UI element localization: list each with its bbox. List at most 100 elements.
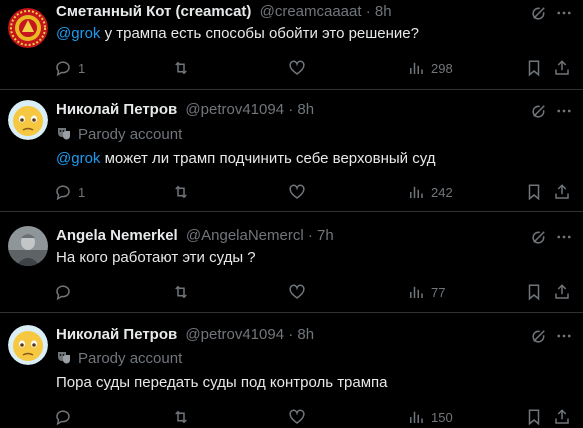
more-icon[interactable]	[555, 4, 573, 22]
parody-text: Parody account	[78, 126, 183, 143]
tweet-body: На кого работают эти суды ?	[56, 249, 256, 266]
timestamp[interactable]: 8h	[375, 3, 392, 20]
share-icon	[555, 60, 569, 75]
retweet-icon	[175, 185, 187, 199]
retweet-button[interactable]	[172, 282, 190, 302]
like-button[interactable]	[288, 282, 306, 302]
views-icon	[410, 62, 423, 74]
more-icon[interactable]	[555, 228, 573, 246]
bookmark-icon	[528, 60, 540, 77]
author-name[interactable]: Николай Петров	[56, 101, 177, 118]
theater-mask-icon	[58, 352, 70, 364]
retweet-button[interactable]	[172, 182, 190, 202]
action-bar: 1 298	[0, 58, 583, 78]
bookmark-icon	[528, 284, 540, 301]
separator: ·	[288, 101, 294, 118]
author-handle[interactable]: @creamcaaaat	[260, 3, 362, 20]
reply-button[interactable]	[54, 407, 72, 427]
bookmark-icon	[528, 409, 540, 426]
grok-icon[interactable]	[530, 327, 548, 345]
tweet-header: Николай Петров @petrov41094 · 8h	[56, 325, 523, 345]
reply-button[interactable]	[54, 282, 72, 302]
author-name[interactable]: Сметанный Кот (creamcat)	[56, 3, 251, 20]
reply-count: 1	[78, 184, 86, 200]
bookmark-button[interactable]	[525, 282, 543, 302]
retweet-icon	[175, 285, 187, 299]
like-button[interactable]	[288, 182, 306, 202]
tweet[interactable]: Сметанный Кот (creamcat) @creamcaaaat · …	[0, 0, 583, 90]
action-bar: 1 242	[0, 182, 583, 202]
more-icon[interactable]	[555, 102, 573, 120]
tweet-text: На кого работают эти суды ?	[56, 248, 256, 268]
bookmark-button[interactable]	[525, 407, 543, 427]
share-button[interactable]	[553, 282, 571, 302]
theater-mask-icon	[58, 128, 70, 140]
avatar[interactable]	[8, 325, 48, 365]
grok-icon[interactable]	[530, 4, 548, 22]
reply-icon	[56, 61, 70, 77]
timestamp[interactable]: 7h	[317, 227, 334, 244]
tweet-body: Пора суды передать суды под контроль тра…	[56, 374, 388, 391]
tweet-body: может ли трамп подчинить себе верховный …	[100, 150, 436, 167]
timestamp[interactable]: 8h	[297, 101, 314, 118]
avatar[interactable]	[8, 100, 48, 140]
reply-icon	[56, 185, 70, 201]
views-button[interactable]: 242	[407, 182, 453, 202]
tweet-text: @grok может ли трамп подчинить себе верх…	[56, 149, 435, 169]
retweet-button[interactable]	[172, 58, 190, 78]
grok-icon[interactable]	[530, 228, 548, 246]
heart-icon	[289, 284, 305, 299]
avatar[interactable]	[8, 8, 48, 48]
avatar[interactable]	[8, 226, 48, 266]
views-icon	[410, 411, 423, 423]
author-handle[interactable]: @petrov41094	[185, 326, 284, 343]
tweet[interactable]: Николай Петров @petrov41094 · 8h Parody …	[0, 313, 583, 428]
views-button[interactable]: 298	[407, 58, 453, 78]
like-button[interactable]	[288, 407, 306, 427]
tweet[interactable]: Николай Петров @petrov41094 · 8h Parody …	[0, 90, 583, 212]
author-name[interactable]: Angela Nemerkel	[56, 227, 178, 244]
parody-text: Parody account	[78, 350, 183, 367]
views-count: 298	[431, 60, 453, 76]
retweet-icon	[175, 61, 187, 75]
views-count: 242	[431, 184, 453, 200]
reply-button[interactable]: 1	[54, 58, 85, 78]
tweet[interactable]: Angela Nemerkel @AngelaNemercl · 7h На к…	[0, 212, 583, 313]
more-icon[interactable]	[555, 327, 573, 345]
reply-button[interactable]: 1	[54, 182, 85, 202]
mention-link[interactable]: @grok	[56, 150, 100, 167]
share-button[interactable]	[553, 407, 571, 427]
tweet-header: Angela Nemerkel @AngelaNemercl · 7h	[56, 226, 523, 246]
tweet-text: @grok у трампа есть способы обойти это р…	[56, 24, 419, 44]
share-icon	[555, 409, 569, 424]
share-button[interactable]	[553, 58, 571, 78]
author-name[interactable]: Николай Петров	[56, 326, 177, 343]
separator: ·	[365, 3, 371, 20]
author-handle[interactable]: @AngelaNemercl	[186, 227, 304, 244]
tweet-header: Сметанный Кот (creamcat) @creamcaaaat · …	[56, 2, 523, 22]
retweet-button[interactable]	[172, 407, 190, 427]
retweet-icon	[175, 410, 187, 424]
bookmark-button[interactable]	[525, 58, 543, 78]
tweet-text: Пора суды передать суды под контроль тра…	[56, 373, 388, 393]
author-handle[interactable]: @petrov41094	[185, 101, 284, 118]
reply-count: 1	[78, 60, 86, 76]
views-count: 77	[431, 284, 446, 300]
views-button[interactable]: 77	[407, 282, 445, 302]
views-icon	[410, 186, 423, 198]
share-icon	[555, 284, 569, 299]
parody-label: Parody account	[56, 125, 182, 145]
grok-icon[interactable]	[530, 102, 548, 120]
tweet-header: Николай Петров @petrov41094 · 8h	[56, 100, 523, 120]
share-button[interactable]	[553, 182, 571, 202]
mention-link[interactable]: @grok	[56, 25, 100, 42]
bookmark-button[interactable]	[525, 182, 543, 202]
heart-icon	[289, 60, 305, 75]
views-button[interactable]: 150	[407, 407, 453, 427]
action-bar: 77	[0, 282, 583, 302]
views-icon	[410, 286, 423, 298]
timestamp[interactable]: 8h	[297, 326, 314, 343]
views-count: 150	[431, 409, 453, 425]
like-button[interactable]	[288, 58, 306, 78]
bookmark-icon	[528, 184, 540, 201]
